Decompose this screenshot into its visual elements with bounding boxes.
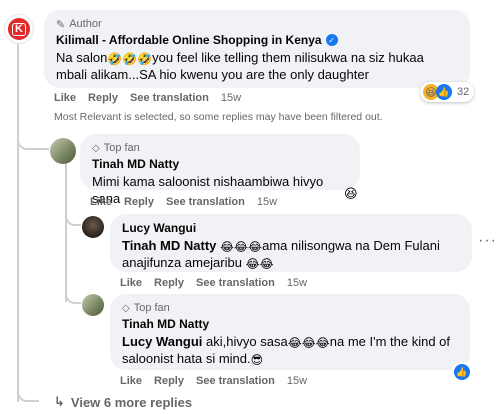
reply-text-part: ama nilisongwa na Dem Fulani — [262, 238, 440, 253]
comment-text-part: you feel like telling them nilisukwa na … — [152, 50, 424, 65]
haha-reaction-icon[interactable]: 😆 — [344, 186, 358, 202]
top-fan-badge: ◇ Top fan — [122, 301, 458, 315]
avatar[interactable] — [82, 294, 104, 316]
reply-text-part: na me I'm the kind of — [329, 334, 451, 349]
reply-bubble: ◇ Top fan Tinah MD Natty Lucy Wangui aki… — [110, 294, 470, 370]
like-button[interactable]: Like — [120, 375, 142, 387]
avatar[interactable] — [82, 216, 104, 238]
reply-actions: Like Reply See translation 15w — [90, 196, 277, 208]
comment-actions: Like Reply See translation 15w — [54, 92, 241, 104]
reply-author-name[interactable]: Tinah MD Natty — [92, 157, 348, 171]
reaction-summary[interactable]: 😆 👍 32 — [420, 82, 475, 102]
like-reaction-icon[interactable]: 👍 — [454, 364, 470, 380]
comment-text-part: mbali alikam...SA hio kwenu you are the … — [56, 67, 369, 82]
like-button[interactable]: Like — [90, 196, 112, 208]
reply-bubble: Lucy Wangui Tinah MD Natty 😂😂😂ama niliso… — [110, 214, 472, 272]
pen-icon: ✎ — [56, 18, 66, 31]
reply-author-label[interactable]: Lucy Wangui — [122, 221, 196, 235]
timestamp[interactable]: 15w — [221, 92, 241, 104]
verified-icon: ✓ — [325, 34, 338, 46]
reply-author-name[interactable]: Lucy Wangui — [122, 221, 460, 235]
thread-line-nested — [65, 162, 67, 302]
top-fan-label: Top fan — [103, 142, 140, 154]
reply-text-part: aki,hivyo sasa — [206, 334, 288, 349]
comment-author-name[interactable]: Kilimall - Affordable Online Shopping in… — [56, 33, 458, 47]
filter-notice: Most Relevant is selected, so some repli… — [54, 111, 383, 123]
like-button[interactable]: Like — [120, 277, 142, 289]
reply-button[interactable]: Reply — [124, 196, 154, 208]
timestamp[interactable]: 15w — [287, 277, 307, 289]
thread-connector-reply3 — [65, 284, 81, 304]
reply-button[interactable]: Reply — [154, 277, 184, 289]
thread-connector-reply2 — [65, 206, 81, 226]
see-translation-button[interactable]: See translation — [130, 92, 209, 104]
timestamp[interactable]: 15w — [257, 196, 277, 208]
like-reaction-icon: 👍 — [436, 84, 452, 100]
thread-connector-more — [17, 380, 39, 402]
laughing-emoji: 😂😂😂 — [287, 336, 330, 350]
reply-text-part: anajifunza amejaribu — [122, 255, 242, 270]
thread-line-main — [17, 44, 19, 402]
avatar[interactable]: K — [4, 14, 34, 44]
rofl-emoji: 🤣🤣🤣 — [107, 52, 153, 66]
reply-actions: Like Reply See translation 15w — [120, 375, 307, 387]
like-button[interactable]: Like — [54, 92, 76, 104]
sunglasses-emoji: 😎 — [250, 353, 264, 367]
see-translation-button[interactable]: See translation — [196, 375, 275, 387]
reply-text-part: saloonist hata si mind. — [122, 351, 251, 366]
diamond-icon: ◇ — [92, 142, 100, 154]
more-options-icon[interactable]: ··· — [478, 232, 497, 250]
mention-link[interactable]: Tinah MD Natty — [122, 238, 216, 253]
timestamp[interactable]: 15w — [287, 375, 307, 387]
reply-author-label[interactable]: Tinah MD Natty — [92, 157, 179, 171]
author-badge: ✎ Author — [56, 17, 458, 31]
mention-link[interactable]: Lucy Wangui — [122, 334, 202, 349]
reply-button[interactable]: Reply — [88, 92, 118, 104]
view-more-replies-button[interactable]: ↳ View 6 more replies — [54, 394, 192, 410]
view-more-replies-label[interactable]: View 6 more replies — [71, 395, 192, 410]
see-translation-button[interactable]: See translation — [196, 277, 275, 289]
see-translation-button[interactable]: See translation — [166, 196, 245, 208]
thread-connector-reply1 — [17, 128, 49, 150]
comment-text-part: Na salon — [56, 50, 108, 65]
comment-author-label[interactable]: Kilimall - Affordable Online Shopping in… — [56, 33, 322, 47]
comment-text: Na salon🤣🤣🤣you feel like telling them ni… — [56, 49, 458, 83]
reply-author-label[interactable]: Tinah MD Natty — [122, 317, 209, 331]
diamond-icon: ◇ — [122, 302, 130, 314]
reply-text: Lucy Wangui aki,hivyo sasa😂😂😂na me I'm t… — [122, 333, 458, 367]
reply-author-name[interactable]: Tinah MD Natty — [122, 317, 458, 331]
top-fan-badge: ◇ Top fan — [92, 141, 348, 155]
reply-bubble: ◇ Top fan Tinah MD Natty Mimi kama saloo… — [80, 134, 360, 206]
top-fan-label: Top fan — [133, 302, 170, 314]
author-badge-label: Author — [69, 18, 102, 30]
reaction-count: 32 — [457, 86, 470, 98]
avatar[interactable] — [50, 138, 76, 164]
kilimall-logo: K — [8, 18, 30, 40]
reply-button[interactable]: Reply — [154, 375, 184, 387]
comment-bubble: ✎ Author Kilimall - Affordable Online Sh… — [44, 10, 470, 88]
laughing-emoji: 😂😂 — [245, 257, 274, 271]
reply-arrow-icon: ↳ — [54, 394, 65, 409]
reply-text: Tinah MD Natty 😂😂😂ama nilisongwa na Dem … — [122, 237, 460, 271]
laughing-emoji: 😂😂😂 — [220, 240, 263, 254]
logo-letter: K — [12, 22, 26, 36]
reply-actions: Like Reply See translation 15w — [120, 277, 307, 289]
